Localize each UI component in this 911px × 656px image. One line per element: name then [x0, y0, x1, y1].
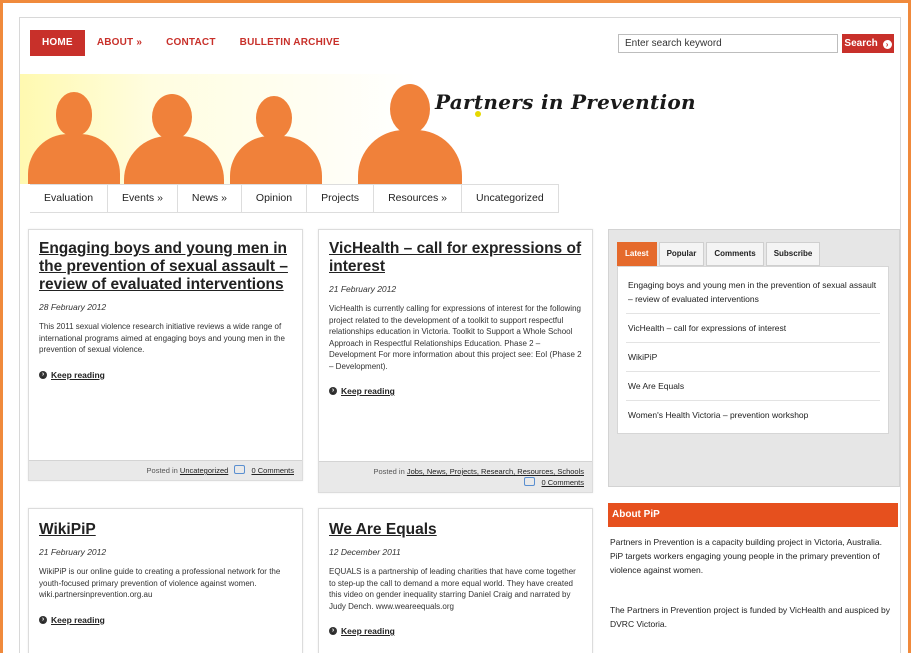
- nav-contact[interactable]: CONTACT: [154, 30, 228, 56]
- comments-link[interactable]: 0 Comments: [541, 478, 584, 487]
- category-links[interactable]: Jobs, News, Projects, Research, Resource…: [407, 467, 584, 476]
- person-silhouette-3-body: [230, 136, 322, 184]
- tab-latest[interactable]: Latest: [617, 242, 657, 266]
- browser-page: HOME ABOUT » CONTACT BULLETIN ARCHIVE En…: [19, 17, 901, 653]
- person-silhouette-1: [56, 92, 92, 136]
- keep-reading-link[interactable]: › Keep reading: [329, 386, 582, 396]
- search-input[interactable]: Enter search keyword: [618, 34, 838, 53]
- comment-bubble-icon: [524, 477, 536, 486]
- tab-popular[interactable]: Popular: [658, 242, 705, 266]
- person-silhouette-3: [256, 96, 292, 140]
- posted-in-label: Posted in: [146, 466, 178, 475]
- post-date: 28 February 2012: [39, 302, 107, 312]
- search-button-label: Search: [844, 38, 878, 49]
- latest-post-link[interactable]: We Are Equals: [626, 372, 880, 401]
- sidebar-tab-widget: Latest Popular Comments Subscribe Engagi…: [608, 229, 900, 487]
- keep-reading-label: Keep reading: [341, 386, 395, 396]
- post-title[interactable]: Engaging boys and young men in the preve…: [39, 240, 292, 294]
- post-excerpt: WikiPiP is our online guide to creating …: [39, 567, 281, 599]
- keep-reading-label: Keep reading: [51, 369, 105, 380]
- post-meta: Posted in Uncategorized 0 Comments: [29, 460, 302, 480]
- post-title[interactable]: WikiPiP: [39, 521, 292, 539]
- person-silhouette-2-body: [124, 136, 224, 184]
- arrow-circle-icon: ›: [39, 370, 47, 379]
- sidebar-tabs: Latest Popular Comments Subscribe: [617, 242, 822, 266]
- nav-bulletin-archive[interactable]: BULLETIN ARCHIVE: [228, 30, 352, 56]
- post-excerpt: VicHealth is currently calling for expre…: [329, 304, 582, 371]
- latest-post-link[interactable]: Engaging boys and young men in the preve…: [626, 271, 880, 314]
- post-excerpt: This 2011 sexual violence research initi…: [39, 322, 285, 354]
- subnav-uncategorized[interactable]: Uncategorized: [462, 185, 559, 212]
- site-title[interactable]: Partners in Prevention: [435, 90, 696, 114]
- subnav-evaluation[interactable]: Evaluation: [30, 185, 109, 212]
- subnav-events[interactable]: Events »: [108, 185, 178, 212]
- keep-reading-label: Keep reading: [341, 626, 395, 636]
- keep-reading-label: Keep reading: [51, 614, 105, 625]
- post-date: 21 February 2012: [39, 547, 107, 557]
- comments-link[interactable]: 0 Comments: [251, 466, 294, 475]
- top-navigation: HOME ABOUT » CONTACT BULLETIN ARCHIVE: [30, 30, 352, 56]
- arrow-right-icon: ›: [882, 40, 892, 49]
- arrow-circle-icon: ›: [39, 615, 47, 624]
- latest-posts-list: Engaging boys and young men in the preve…: [617, 266, 889, 434]
- latest-post-link[interactable]: WikiPiP: [626, 343, 880, 372]
- arrow-circle-icon: ›: [329, 387, 337, 395]
- keep-reading-link[interactable]: › Keep reading: [329, 626, 582, 636]
- latest-post-link[interactable]: VicHealth – call for expressions of inte…: [626, 314, 880, 343]
- post-title[interactable]: VicHealth – call for expressions of inte…: [329, 240, 582, 276]
- about-text: Partners in Prevention is a capacity bui…: [610, 537, 882, 575]
- posted-in-label: Posted in: [373, 467, 405, 476]
- nav-home[interactable]: HOME: [30, 30, 85, 56]
- person-silhouette-4: [390, 84, 430, 134]
- tab-subscribe[interactable]: Subscribe: [765, 242, 821, 266]
- comment-bubble-icon: [234, 465, 246, 474]
- person-silhouette-4-body: [358, 130, 462, 184]
- subnav-news[interactable]: News »: [178, 185, 242, 212]
- search-button[interactable]: Search ›: [842, 34, 894, 53]
- arrow-circle-icon: ›: [329, 627, 337, 635]
- post-card: We Are Equals 12 December 2011 EQUALS is…: [318, 508, 593, 653]
- post-excerpt: EQUALS is a partnership of leading chari…: [329, 567, 576, 611]
- post-card: WikiPiP 21 February 2012 WikiPiP is our …: [28, 508, 303, 653]
- about-heading: About PiP: [608, 503, 898, 527]
- post-date: 21 February 2012: [329, 284, 397, 294]
- about-funding-text: The Partners in Prevention project is fu…: [610, 605, 891, 629]
- post-date: 12 December 2011: [329, 547, 401, 557]
- post-title[interactable]: We Are Equals: [329, 521, 582, 539]
- screenshot-frame: HOME ABOUT » CONTACT BULLETIN ARCHIVE En…: [0, 0, 911, 653]
- subnav-projects[interactable]: Projects: [307, 185, 375, 212]
- category-navigation: Evaluation Events » News » Opinion Proje…: [30, 184, 559, 213]
- subnav-resources[interactable]: Resources »: [374, 185, 463, 212]
- person-silhouette-1-body: [28, 134, 120, 184]
- keep-reading-link[interactable]: › Keep reading: [39, 370, 292, 380]
- latest-post-link[interactable]: Women's Health Victoria – prevention wor…: [626, 401, 880, 429]
- post-card: Engaging boys and young men in the preve…: [28, 229, 303, 481]
- category-link[interactable]: Uncategorized: [180, 466, 228, 475]
- post-card: VicHealth – call for expressions of inte…: [318, 229, 593, 493]
- keep-reading-link[interactable]: › Keep reading: [39, 615, 292, 625]
- tab-comments[interactable]: Comments: [706, 242, 764, 266]
- logo-dot: [475, 111, 481, 117]
- person-silhouette-2: [152, 94, 192, 140]
- post-meta: Posted in Jobs, News, Projects, Research…: [319, 461, 592, 492]
- nav-about[interactable]: ABOUT »: [85, 30, 154, 56]
- subnav-opinion[interactable]: Opinion: [242, 185, 308, 212]
